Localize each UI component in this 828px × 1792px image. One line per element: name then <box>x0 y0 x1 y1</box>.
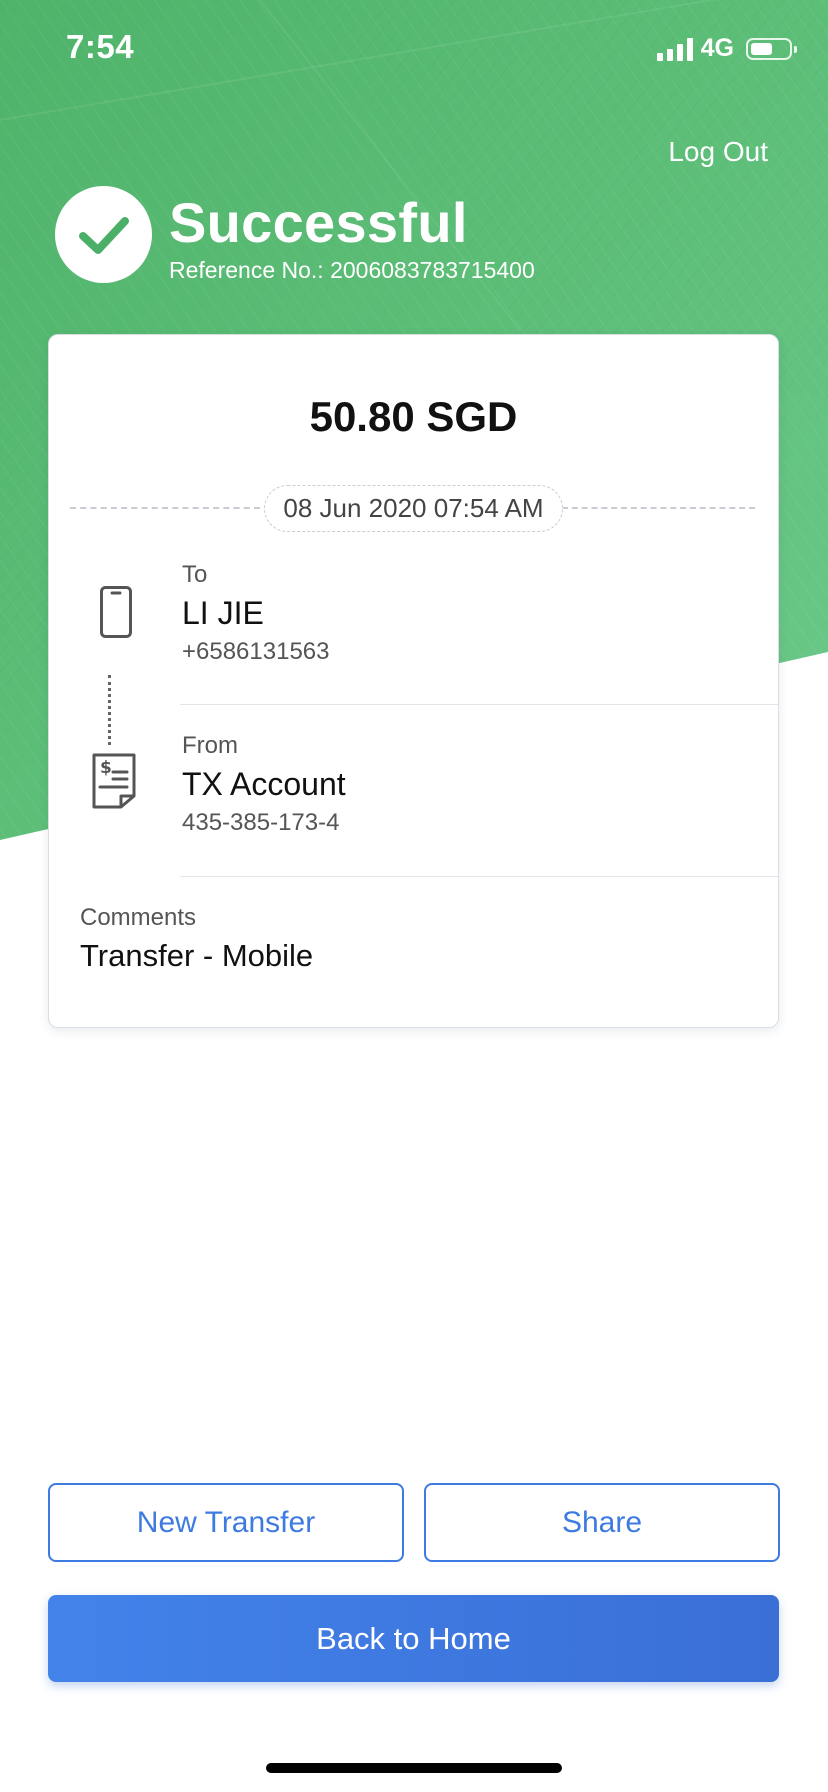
comments-label: Comments <box>80 904 197 931</box>
battery-level-fill <box>751 42 772 55</box>
divider <box>70 507 260 509</box>
source-account-number: 435-385-173-4 <box>182 809 340 836</box>
from-label: From <box>182 732 238 759</box>
divider <box>180 704 778 705</box>
source-account-name: TX Account <box>182 766 346 802</box>
transaction-datetime: 08 Jun 2020 07:54 AM <box>264 485 563 532</box>
status-bar: 7:54 4G <box>0 0 828 100</box>
status-indicators: 4G <box>656 34 797 63</box>
divider <box>180 876 778 877</box>
logout-button[interactable]: Log Out <box>668 136 768 168</box>
network-type: 4G <box>700 34 734 62</box>
connector-line <box>108 675 111 745</box>
status-time: 7:54 <box>66 28 135 65</box>
back-to-home-button[interactable]: Back to Home <box>48 1595 779 1682</box>
mobile-phone-icon <box>99 585 133 644</box>
status-title: Successful <box>169 191 468 254</box>
reference-number: Reference No.: 2006083783715400 <box>169 257 535 283</box>
transaction-card: 50.80 SGD 08 Jun 2020 07:54 AM $ To LI J… <box>48 334 779 1028</box>
bill-dollar-icon: $ <box>91 752 137 815</box>
battery-icon <box>746 37 797 60</box>
share-button[interactable]: Share <box>424 1483 780 1562</box>
transfer-amount: 50.80 SGD <box>309 393 518 440</box>
new-transfer-button[interactable]: New Transfer <box>48 1483 404 1562</box>
svg-text:$: $ <box>100 758 112 778</box>
checkmark-icon <box>55 186 152 283</box>
recipient-phone: +6586131563 <box>182 638 330 665</box>
divider <box>562 507 755 509</box>
comments-value: Transfer - Mobile <box>80 938 314 973</box>
recipient-name: LI JIE <box>182 595 264 631</box>
signal-icon <box>656 37 693 61</box>
to-label: To <box>182 561 208 588</box>
home-indicator[interactable] <box>266 1763 562 1773</box>
